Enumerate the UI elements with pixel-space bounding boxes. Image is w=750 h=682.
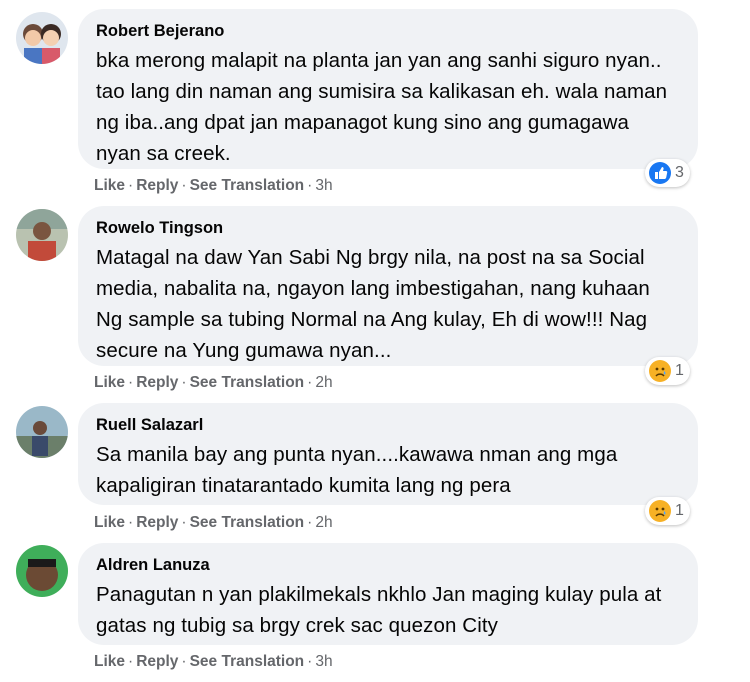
comment-author[interactable]: Aldren Lanuza: [96, 554, 678, 576]
separator: ·: [128, 653, 134, 670]
comment-actions: Like · Reply · See Translation · 3h: [94, 652, 333, 672]
comment-text: Sa manila bay ang punta nyan....kawawa n…: [96, 443, 618, 497]
comment-actions: Like · Reply · See Translation · 2h: [94, 373, 333, 393]
like-icon: [649, 162, 671, 184]
comment-text: bka merong malapit na planta jan yan ang…: [96, 49, 668, 165]
timestamp[interactable]: 3h: [315, 177, 332, 194]
timestamp[interactable]: 2h: [315, 514, 332, 531]
see-translation-link[interactable]: See Translation: [190, 374, 305, 391]
comment-bubble: Rowelo Tingson Matagal na daw Yan Sabi N…: [78, 206, 698, 366]
separator: ·: [128, 514, 134, 531]
separator: ·: [181, 653, 187, 670]
separator: ·: [181, 177, 187, 194]
comment-bubble: Robert Bejerano bka merong malapit na pl…: [78, 9, 698, 169]
comment-text: Matagal na daw Yan Sabi Ng brgy nila, na…: [96, 246, 650, 362]
like-link[interactable]: Like: [94, 374, 125, 391]
avatar[interactable]: [16, 12, 68, 64]
like-link[interactable]: Like: [94, 514, 125, 531]
reaction-count: 1: [675, 502, 684, 519]
comment-actions: Like · Reply · See Translation · 2h: [94, 513, 333, 533]
reaction-count: 3: [675, 164, 684, 181]
avatar[interactable]: [16, 406, 68, 458]
timestamp[interactable]: 2h: [315, 374, 332, 391]
sad-icon: [649, 360, 671, 382]
sad-icon: [649, 500, 671, 522]
reaction-count: 1: [675, 362, 684, 379]
see-translation-link[interactable]: See Translation: [190, 514, 305, 531]
separator: ·: [307, 177, 313, 194]
reaction-count-badge[interactable]: 1: [645, 357, 690, 385]
timestamp[interactable]: 3h: [315, 653, 332, 670]
reply-link[interactable]: Reply: [136, 653, 178, 670]
see-translation-link[interactable]: See Translation: [190, 653, 305, 670]
comment-author[interactable]: Ruell Salazarl: [96, 414, 678, 436]
comment-bubble: Ruell Salazarl Sa manila bay ang punta n…: [78, 403, 698, 505]
separator: ·: [307, 653, 313, 670]
separator: ·: [128, 177, 134, 194]
like-link[interactable]: Like: [94, 653, 125, 670]
avatar[interactable]: [16, 545, 68, 597]
see-translation-link[interactable]: See Translation: [190, 177, 305, 194]
comment-text: Panagutan n yan plakilmekals nkhlo Jan m…: [96, 583, 662, 637]
avatar[interactable]: [16, 209, 68, 261]
comment-author[interactable]: Robert Bejerano: [96, 20, 678, 42]
separator: ·: [181, 374, 187, 391]
reaction-count-badge[interactable]: 1: [645, 497, 690, 525]
reply-link[interactable]: Reply: [136, 514, 178, 531]
reply-link[interactable]: Reply: [136, 374, 178, 391]
separator: ·: [307, 514, 313, 531]
comment-actions: Like · Reply · See Translation · 3h: [94, 176, 333, 196]
reply-link[interactable]: Reply: [136, 177, 178, 194]
comment-author[interactable]: Rowelo Tingson: [96, 217, 678, 239]
separator: ·: [307, 374, 313, 391]
separator: ·: [128, 374, 134, 391]
comment-bubble: Aldren Lanuza Panagutan n yan plakilmeka…: [78, 543, 698, 645]
separator: ·: [181, 514, 187, 531]
like-link[interactable]: Like: [94, 177, 125, 194]
reaction-count-badge[interactable]: 3: [645, 159, 690, 187]
